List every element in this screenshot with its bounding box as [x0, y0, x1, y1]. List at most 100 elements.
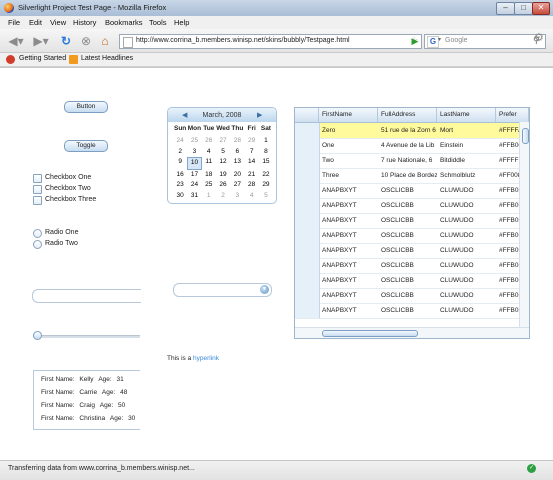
table-cell[interactable]: Three — [319, 168, 378, 183]
menu-history[interactable]: History — [73, 18, 96, 27]
chevron-down-icon[interactable]: ▾ — [438, 36, 441, 43]
table-cell[interactable]: OSCLICBB — [378, 213, 437, 228]
table-cell[interactable]: OSCLICBB — [378, 198, 437, 213]
calendar-day[interactable]: 25 — [187, 136, 201, 147]
calendar-day[interactable]: 20 — [230, 170, 244, 181]
calendar-day[interactable]: 12 — [216, 157, 230, 168]
calendar-day[interactable]: 24 — [173, 136, 187, 147]
table-row[interactable]: ANAPBXYT OSCLICBB CLUWUDO #FFB05 — [295, 303, 529, 319]
calendar-day[interactable]: 19 — [216, 170, 230, 181]
row-header[interactable] — [295, 243, 320, 258]
table-row[interactable]: One 4 Avenue de la Lib Einstein #FFB00 — [295, 138, 529, 154]
toggle-button[interactable]: Toggle — [64, 140, 108, 152]
menu-tools[interactable]: Tools — [149, 18, 167, 27]
data-grid[interactable]: FirstName FullAddress LastName Prefer Ze… — [294, 107, 530, 339]
calendar-day[interactable]: 18 — [202, 170, 216, 181]
combo-box[interactable]: ▼ — [173, 283, 272, 297]
table-cell[interactable]: OSCLICBB — [378, 303, 437, 318]
table-cell[interactable]: CLUWUDO — [437, 303, 496, 318]
calendar-day[interactable]: 24 — [187, 180, 201, 191]
table-cell[interactable]: ANAPBXYT — [319, 273, 378, 288]
calendar-day[interactable]: 28 — [244, 180, 258, 191]
calendar-day[interactable]: 26 — [216, 180, 230, 191]
go-icon[interactable]: ▶ — [409, 35, 421, 47]
column-header[interactable]: Prefer — [496, 108, 529, 122]
calendar-day[interactable]: 13 — [230, 157, 244, 168]
table-cell[interactable]: 4 Avenue de la Lib — [378, 138, 437, 153]
calendar-day[interactable]: 21 — [244, 170, 258, 181]
table-row[interactable]: ANAPBXYT OSCLICBB CLUWUDO #FFB05 — [295, 183, 529, 199]
radio-two[interactable] — [33, 240, 42, 249]
calendar-day[interactable]: 25 — [202, 180, 216, 191]
table-cell[interactable]: OSCLICBB — [378, 183, 437, 198]
column-header[interactable]: FirstName — [319, 108, 378, 122]
calendar-day[interactable]: 3 — [230, 191, 244, 202]
table-row[interactable]: ANAPBXYT OSCLICBB CLUWUDO #FFB05 — [295, 213, 529, 229]
table-cell[interactable]: ANAPBXYT — [319, 243, 378, 258]
list-item[interactable]: First Name: Carrie Age: 48 — [41, 389, 127, 396]
table-row[interactable]: ANAPBXYT OSCLICBB CLUWUDO #FFB05 — [295, 198, 529, 214]
row-header[interactable] — [295, 123, 320, 138]
reload-icon[interactable]: ↻ — [59, 34, 73, 48]
calendar-day[interactable]: 16 — [173, 170, 187, 181]
row-header[interactable] — [295, 183, 320, 198]
calendar-day[interactable]: 4 — [244, 191, 258, 202]
table-cell[interactable]: CLUWUDO — [437, 183, 496, 198]
calendar-day[interactable]: 17 — [187, 170, 201, 181]
table-cell[interactable]: CLUWUDO — [437, 258, 496, 273]
calendar-day[interactable]: 11 — [202, 157, 216, 168]
calendar-day[interactable]: 3 — [187, 147, 201, 158]
horizontal-scroll-thumb[interactable] — [322, 330, 418, 337]
table-cell[interactable]: OSCLICBB — [378, 288, 437, 303]
calendar-day[interactable]: 28 — [230, 136, 244, 147]
calendar-day[interactable]: 6 — [230, 147, 244, 158]
radio-one[interactable] — [33, 229, 42, 238]
vertical-scrollbar[interactable] — [519, 122, 529, 328]
table-row[interactable]: ANAPBXYT OSCLICBB CLUWUDO #FFB05 — [295, 258, 529, 274]
table-cell[interactable]: OSCLICBB — [378, 243, 437, 258]
calendar-next-icon[interactable]: ▶ — [257, 111, 262, 119]
calendar-day[interactable]: 2 — [173, 147, 187, 158]
minimize-button[interactable]: – — [496, 2, 515, 15]
list-item[interactable]: First Name: Kelly Age: 31 — [41, 376, 124, 383]
column-header[interactable]: LastName — [437, 108, 496, 122]
list-item[interactable]: First Name: Craig Age: 50 — [41, 402, 125, 409]
row-header[interactable] — [295, 168, 320, 183]
calendar-day[interactable]: 30 — [173, 191, 187, 202]
chevron-down-icon[interactable]: ▼ — [260, 285, 269, 294]
table-cell[interactable]: Two — [319, 153, 378, 168]
row-header[interactable] — [295, 153, 320, 168]
menu-help[interactable]: Help — [174, 18, 189, 27]
row-header[interactable] — [295, 228, 320, 243]
table-cell[interactable]: ANAPBXYT — [319, 183, 378, 198]
horizontal-scrollbar[interactable] — [295, 327, 529, 338]
menu-edit[interactable]: Edit — [29, 18, 42, 27]
calendar-day[interactable]: 27 — [216, 136, 230, 147]
checkbox-three[interactable] — [33, 196, 42, 205]
table-cell[interactable]: CLUWUDO — [437, 198, 496, 213]
calendar-day[interactable]: 8 — [259, 147, 273, 158]
table-cell[interactable]: CLUWUDO — [437, 213, 496, 228]
table-cell[interactable]: OSCLICBB — [378, 258, 437, 273]
table-cell[interactable]: ANAPBXYT — [319, 213, 378, 228]
calendar-day[interactable]: 5 — [216, 147, 230, 158]
bookmark-latest-headlines[interactable]: Latest Headlines — [81, 55, 133, 62]
calendar[interactable]: ◀ March, 2008 ▶ Sun Mon Tue Wed Thu Fri Sat 24… — [167, 107, 277, 204]
table-row[interactable]: ANAPBXYT OSCLICBB CLUWUDO #FFB05 — [295, 273, 529, 289]
calendar-day[interactable]: 1 — [202, 191, 216, 202]
calendar-day[interactable]: 29 — [244, 136, 258, 147]
calendar-day[interactable]: 22 — [259, 170, 273, 181]
table-cell[interactable]: 10 Place de Bordez — [378, 168, 437, 183]
table-cell[interactable]: Schmolblutz — [437, 168, 496, 183]
calendar-day[interactable]: 23 — [173, 180, 187, 191]
search-box[interactable]: G ▾ Google ⚲ — [424, 34, 546, 49]
row-header[interactable] — [295, 198, 320, 213]
table-cell[interactable]: Mort — [437, 123, 496, 138]
list-item[interactable]: First Name: Christina Age: 30 — [41, 415, 135, 422]
table-cell[interactable]: ANAPBXYT — [319, 303, 378, 318]
table-cell[interactable]: ANAPBXYT — [319, 288, 378, 303]
menu-bookmarks[interactable]: Bookmarks — [105, 18, 143, 27]
calendar-day[interactable]: 4 — [202, 147, 216, 158]
bookmark-getting-started[interactable]: Getting Started — [19, 55, 66, 62]
calendar-day[interactable]: 2 — [216, 191, 230, 202]
